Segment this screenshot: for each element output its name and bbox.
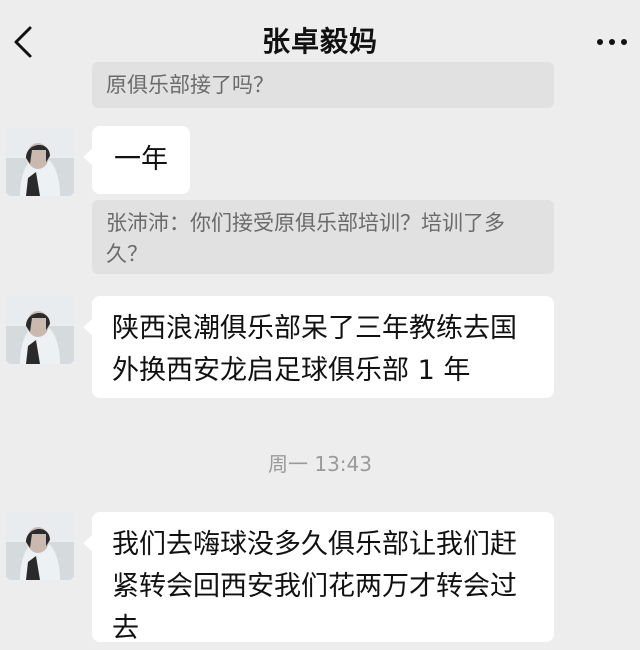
quoted-message[interactable]: 原俱乐部接了吗？ (92, 62, 554, 108)
message-text: 陕西浪潮俱乐部呆了三年教练去国外换西安龙启足球俱乐部 1 年 (112, 313, 517, 386)
quoted-message[interactable]: 张沛沛：你们接受原俱乐部培训？培训了多久？ (92, 200, 554, 274)
message-bubble[interactable]: 我们去嗨球没多久俱乐部让我们赶紧转会回西安我们花两万才转会过去 (83, 512, 554, 644)
chat-timestamp: 周一 13:43 (268, 452, 372, 476)
avatar[interactable] (6, 512, 74, 580)
quoted-message-text: 原俱乐部接了吗？ (106, 73, 274, 97)
quoted-message-text: 张沛沛：你们接受原俱乐部培训？培训了多久？ (106, 211, 505, 266)
message-text: 一年 (114, 144, 168, 175)
avatar-image (6, 128, 74, 196)
avatar[interactable] (6, 296, 74, 364)
avatar[interactable] (6, 128, 74, 196)
message-bubble[interactable]: 陕西浪潮俱乐部呆了三年教练去国外换西安龙启足球俱乐部 1 年 (83, 296, 554, 398)
message-bubble[interactable]: 一年 (83, 126, 190, 194)
more-button[interactable] (594, 30, 630, 54)
message-text: 我们去嗨球没多久俱乐部让我们赶紧转会回西安我们花两万才转会过去 (112, 529, 517, 644)
avatar-image (6, 296, 74, 364)
more-dots-icon (597, 39, 627, 45)
avatar-image (6, 512, 74, 580)
chat-title: 张卓毅妈 (261, 25, 378, 58)
